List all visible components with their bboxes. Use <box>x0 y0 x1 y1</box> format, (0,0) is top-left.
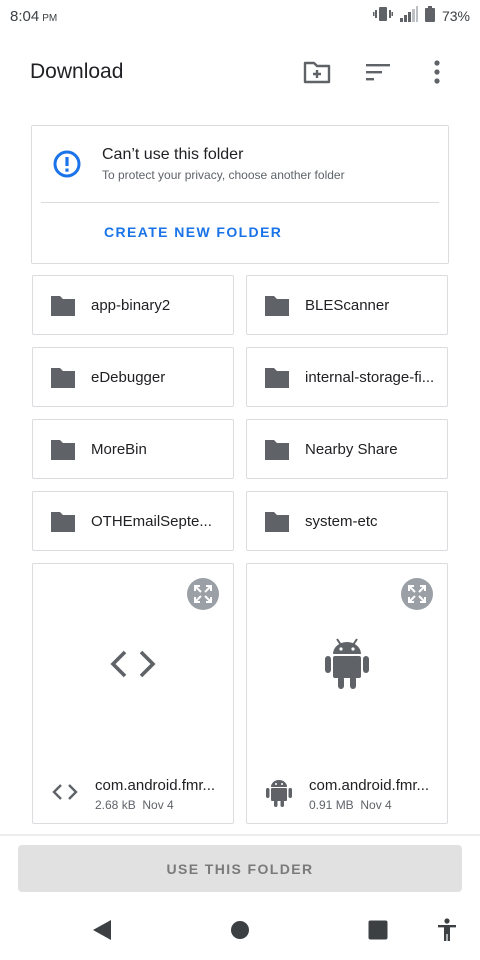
file-name: com.android.fmr... <box>95 777 216 794</box>
file-date: Nov 4 <box>142 798 174 812</box>
back-triangle-icon <box>93 920 111 940</box>
folder-name: internal-storage-fi... <box>305 369 435 386</box>
folder-tile[interactable]: BLEScanner <box>246 275 448 335</box>
recents-button[interactable] <box>364 916 392 944</box>
folder-name: MoreBin <box>91 441 147 458</box>
battery-percent: 73% <box>441 8 470 24</box>
android-icon <box>325 638 369 689</box>
use-this-folder-button[interactable]: USE THIS FOLDER <box>18 845 462 892</box>
folder-name: Nearby Share <box>305 441 398 458</box>
expand-preview-button[interactable] <box>187 578 219 610</box>
folder-name: OTHEmailSepte... <box>91 513 212 530</box>
new-folder-button[interactable] <box>299 54 335 90</box>
warning-subtitle: To protect your privacy, choose another … <box>102 168 345 182</box>
bottom-action-area: USE THIS FOLDER <box>0 836 480 900</box>
folder-tile[interactable]: Nearby Share <box>246 419 448 479</box>
folder-icon <box>265 512 289 532</box>
create-new-folder-button[interactable]: CREATE NEW FOLDER <box>104 224 282 240</box>
more-vert-icon <box>434 60 440 84</box>
sort-button[interactable] <box>360 54 396 90</box>
folder-name: system-etc <box>305 513 378 530</box>
file-name: com.android.fmr... <box>309 777 430 794</box>
folder-tile[interactable]: MoreBin <box>32 419 234 479</box>
folder-tile[interactable]: eDebugger <box>32 347 234 407</box>
create-folder-icon <box>303 61 331 84</box>
status-time: 8:04 PM <box>10 8 57 25</box>
home-button[interactable] <box>226 916 254 944</box>
accessibility-icon <box>438 918 456 941</box>
folder-tile[interactable]: system-etc <box>246 491 448 551</box>
vibrate-icon <box>372 6 393 27</box>
file-date: Nov 4 <box>360 798 392 812</box>
page-title: Download <box>30 60 124 83</box>
warning-title: Can’t use this folder <box>102 146 244 163</box>
recents-square-icon <box>368 920 388 940</box>
folder-icon <box>51 296 75 316</box>
fullscreen-icon <box>408 585 426 603</box>
info-alert-icon <box>53 150 81 178</box>
code-icon <box>52 784 78 800</box>
accessibility-button[interactable] <box>433 916 461 944</box>
folder-icon <box>265 368 289 388</box>
divider <box>41 202 439 203</box>
navigation-bar <box>0 900 480 960</box>
folder-icon <box>265 440 289 460</box>
folder-icon <box>51 368 75 388</box>
more-options-button[interactable] <box>419 54 455 90</box>
folder-tile[interactable]: app-binary2 <box>32 275 234 335</box>
status-icons: 73% <box>372 5 470 27</box>
fullscreen-icon <box>194 585 212 603</box>
android-icon <box>266 780 292 807</box>
status-time-text: 8:04 <box>10 8 40 25</box>
expand-preview-button[interactable] <box>401 578 433 610</box>
back-button[interactable] <box>88 916 116 944</box>
folder-icon <box>265 296 289 316</box>
folder-tile[interactable]: OTHEmailSepte... <box>32 491 234 551</box>
app-bar: Download <box>0 40 480 104</box>
file-size: 2.68 kB <box>95 798 136 812</box>
file-tile[interactable]: com.android.fmr... 2.68 kB Nov 4 <box>32 563 234 824</box>
sort-icon <box>366 64 390 81</box>
status-bar: 8:04 PM 73% <box>0 0 480 32</box>
file-meta: 0.91 MB Nov 4 <box>309 798 392 812</box>
file-tile[interactable]: com.android.fmr... 0.91 MB Nov 4 <box>246 563 448 824</box>
folder-icon <box>51 440 75 460</box>
status-ampm: PM <box>42 13 58 24</box>
cant-use-folder-card: Can’t use this folder To protect your pr… <box>31 125 449 264</box>
file-size: 0.91 MB <box>309 798 354 812</box>
folder-icon <box>51 512 75 532</box>
signal-icon <box>399 5 418 27</box>
code-icon <box>110 650 156 678</box>
file-meta: 2.68 kB Nov 4 <box>95 798 174 812</box>
home-circle-icon <box>231 921 249 939</box>
folder-name: app-binary2 <box>91 297 171 314</box>
folder-tile[interactable]: internal-storage-fi... <box>246 347 448 407</box>
battery-icon <box>424 5 435 27</box>
folder-name: BLEScanner <box>305 297 390 314</box>
folder-name: eDebugger <box>91 369 166 386</box>
